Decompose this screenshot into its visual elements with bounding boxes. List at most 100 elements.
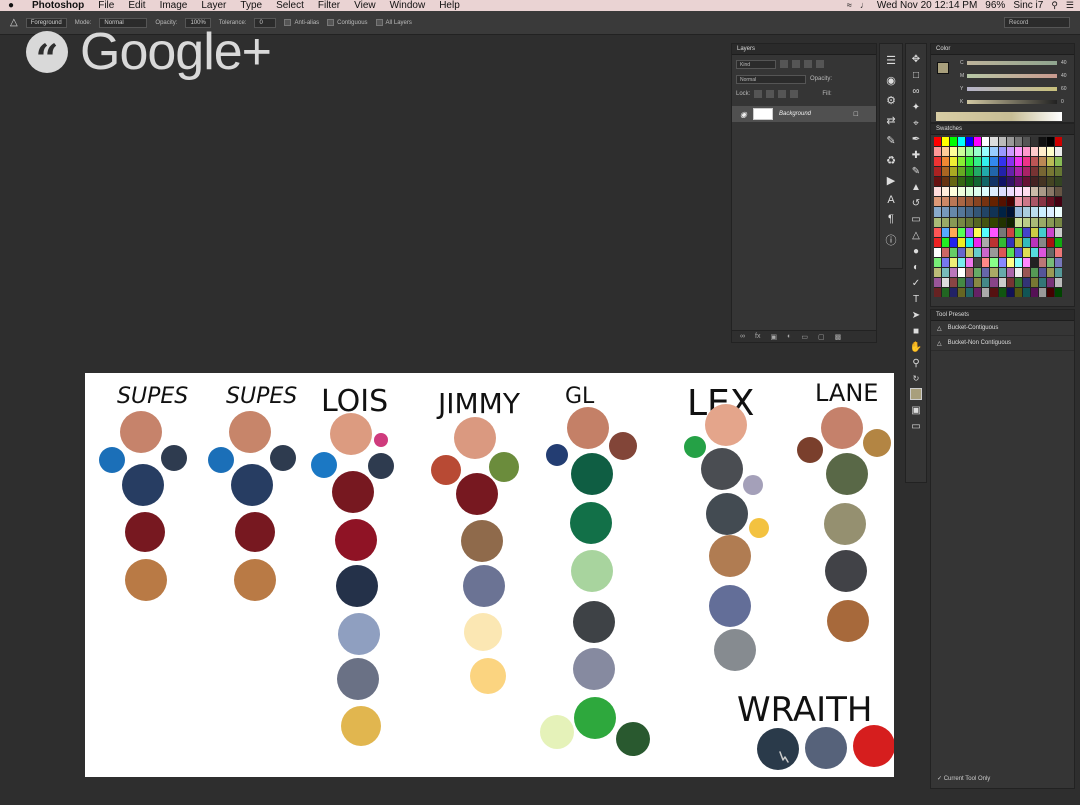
swatch-cell[interactable] [1006,237,1014,247]
swatch-cell[interactable] [1054,277,1062,287]
swatch-cell[interactable] [982,217,990,227]
swatch-cell[interactable] [998,207,1006,217]
swatch-cell[interactable] [990,257,998,267]
wifi-icon[interactable]: ≈ [847,0,852,11]
swatch-cell[interactable] [934,147,942,157]
swatch-cell[interactable] [958,187,966,197]
swatch-cell[interactable] [1006,207,1014,217]
stamp-tool-icon[interactable]: ▲ [911,182,921,193]
swatch-cell[interactable] [958,277,966,287]
swatch-cell[interactable] [1054,157,1062,167]
swatch-cell[interactable] [934,187,942,197]
swatch-cell[interactable] [1014,257,1022,267]
swatch-cell[interactable] [1038,277,1046,287]
swatch-cell[interactable] [1038,137,1046,147]
swatch-cell[interactable] [990,267,998,277]
channel-k-value[interactable]: 0 [1061,99,1064,105]
swatch-cell[interactable] [958,217,966,227]
swatch-cell[interactable] [1014,137,1022,147]
swatch-cell[interactable] [934,237,942,247]
all-layers-checkbox[interactable] [375,18,383,26]
swatch-cell[interactable] [950,187,958,197]
menu-edit[interactable]: Edit [121,0,152,11]
swatch-cell[interactable] [942,197,950,207]
swatch-cell[interactable] [982,187,990,197]
swatch-cell[interactable] [1006,227,1014,237]
swatch-cell[interactable] [1022,197,1030,207]
swatch-cell[interactable] [950,207,958,217]
lasso-tool-icon[interactable]: ∞ [912,86,919,97]
filter-type-icon[interactable] [804,60,812,68]
swatch-cell[interactable] [998,187,1006,197]
link-layers-icon[interactable]: ∞ [740,333,745,340]
swatch-cell[interactable] [958,197,966,207]
swatch-cell[interactable] [966,197,974,207]
swatch-cell[interactable] [1046,197,1054,207]
swatch-cell[interactable] [934,207,942,217]
delete-layer-icon[interactable]: ▩ [835,333,842,341]
color-preview-swatch[interactable] [937,62,949,74]
document-canvas[interactable]: SUPES SUPES LOIS JIMMY GL LEX LANE WRAIT… [85,373,894,777]
swatch-cell[interactable] [1022,157,1030,167]
swatch-cell[interactable] [974,177,982,187]
new-group-icon[interactable]: ▭ [801,333,808,341]
menu-filter[interactable]: Filter [311,0,347,11]
swatch-cell[interactable] [966,217,974,227]
swatch-cell[interactable] [998,277,1006,287]
swatch-cell[interactable] [950,137,958,147]
swatch-cell[interactable] [1046,147,1054,157]
swatch-cell[interactable] [990,147,998,157]
swatch-cell[interactable] [990,197,998,207]
swatch-cell[interactable] [1030,267,1038,277]
swatch-cell[interactable] [1014,147,1022,157]
swatch-cell[interactable] [974,267,982,277]
lock-all-icon[interactable] [790,90,799,98]
swatch-cell[interactable] [990,277,998,287]
swatch-cell[interactable] [942,287,950,297]
swatch-cell[interactable] [1046,207,1054,217]
swatch-cell[interactable] [982,277,990,287]
swatch-cell[interactable] [966,257,974,267]
swatch-cell[interactable] [990,137,998,147]
swatch-cell[interactable] [942,177,950,187]
swatch-cell[interactable] [1030,227,1038,237]
swatch-grid[interactable] [934,137,1062,297]
swatch-cell[interactable] [1038,247,1046,257]
info-icon[interactable]: ⓘ [886,232,897,248]
swatch-cell[interactable] [1014,187,1022,197]
swatch-cell[interactable] [1038,167,1046,177]
swatch-cell[interactable] [1030,257,1038,267]
swatch-cell[interactable] [934,267,942,277]
swatch-cell[interactable] [998,157,1006,167]
actions-play-icon[interactable]: ▶ [887,174,895,187]
swatch-cell[interactable] [942,167,950,177]
swatch-cell[interactable] [934,167,942,177]
swatch-cell[interactable] [942,217,950,227]
swatch-cell[interactable] [1014,197,1022,207]
swatch-cell[interactable] [974,197,982,207]
channels-icon[interactable]: ◉ [886,74,896,87]
swatch-cell[interactable] [998,237,1006,247]
swatch-cell[interactable] [982,157,990,167]
volume-icon[interactable]: ♩ [860,0,869,11]
preset-item[interactable]: △ Bucket-Contiguous [931,321,1074,336]
swatch-cell[interactable] [934,157,942,167]
quick-mask-icon[interactable]: ▣ [911,405,920,416]
eyedropper-tool-icon[interactable]: ✒ [912,134,920,145]
swatch-cell[interactable] [1006,217,1014,227]
new-layer-icon[interactable]: ▢ [818,333,825,341]
swatch-cell[interactable] [934,247,942,257]
swatch-cell[interactable] [950,267,958,277]
pen-tool-icon[interactable]: ✓ [912,278,920,289]
swatch-cell[interactable] [950,237,958,247]
swatch-cell[interactable] [1054,247,1062,257]
search-icon[interactable]: ⚲ [1051,0,1058,11]
swatch-cell[interactable] [990,287,998,297]
swatch-cell[interactable] [974,257,982,267]
swatch-cell[interactable] [942,147,950,157]
menu-app-name[interactable]: Photoshop [22,0,91,11]
swatch-cell[interactable] [942,227,950,237]
swatch-cell[interactable] [958,167,966,177]
channel-c-value[interactable]: 40 [1061,60,1067,66]
channel-c-slider[interactable] [967,61,1057,65]
